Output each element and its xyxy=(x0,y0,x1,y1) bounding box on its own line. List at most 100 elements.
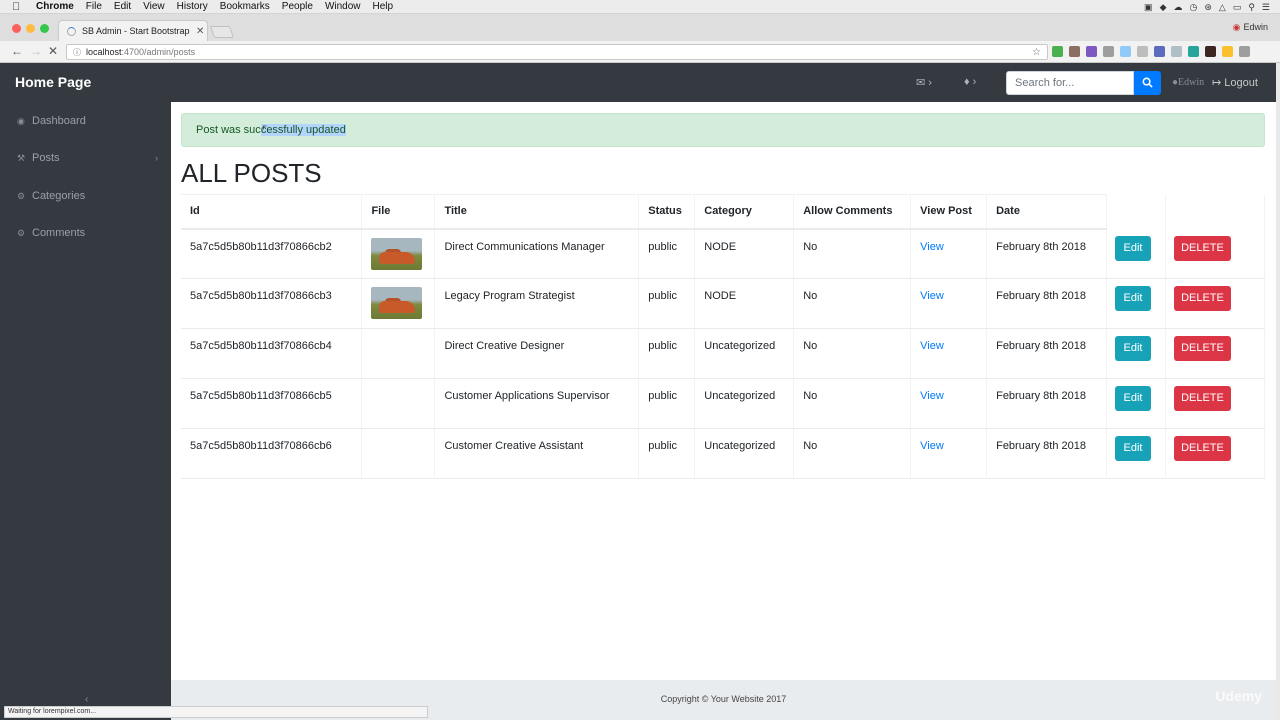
extension-icon[interactable] xyxy=(1154,46,1165,57)
column-header-empty xyxy=(1165,194,1266,229)
post-file-cell xyxy=(361,428,436,479)
search-input[interactable] xyxy=(1006,71,1134,95)
alerts-bell-icon[interactable]: ♦ › xyxy=(964,76,976,88)
delete-button[interactable]: DELETE xyxy=(1173,235,1231,261)
apple-icon[interactable]:  xyxy=(12,1,26,13)
messages-envelope-icon[interactable]: ✉ › xyxy=(916,76,932,89)
extension-icon[interactable] xyxy=(1069,46,1080,57)
address-bar[interactable]: ⓘ localhost:4700/admin/posts ☆ xyxy=(66,44,1048,60)
edit-cell: Edit xyxy=(1106,228,1166,279)
sidebar-item-label: Categories xyxy=(32,190,86,202)
info-icon[interactable]: ⓘ xyxy=(73,47,81,58)
search-icon[interactable]: ⚲ xyxy=(1248,2,1255,13)
edit-button[interactable]: Edit xyxy=(1114,436,1151,461)
post-thumbnail-image xyxy=(371,237,423,270)
extension-icon[interactable] xyxy=(1052,46,1063,57)
extension-icon[interactable] xyxy=(1171,46,1182,57)
post-title-cell: Direct Creative Designer xyxy=(434,328,640,379)
delete-button[interactable]: DELETE xyxy=(1173,436,1231,461)
stop-loading-icon[interactable]: ✕ xyxy=(48,44,58,58)
view-post-link[interactable]: View xyxy=(920,440,944,452)
screen-record-icon[interactable]: ▣ xyxy=(1144,2,1153,13)
post-date-cell: February 8th 2018 xyxy=(986,278,1107,329)
post-id-cell: 5a7c5d5b80b11d3f70866cb5 xyxy=(181,378,363,429)
url-path: :4700/admin/posts xyxy=(121,47,196,57)
wifi-icon[interactable]: △ xyxy=(1219,2,1226,13)
profile-badge[interactable]: ◉ Edwin xyxy=(1233,22,1268,33)
edit-button[interactable]: Edit xyxy=(1114,286,1151,311)
sidebar-toggle-icon[interactable]: ‹ xyxy=(85,694,88,705)
menu-people[interactable]: People xyxy=(282,1,313,12)
post-id-cell: 5a7c5d5b80b11d3f70866cb6 xyxy=(181,428,363,479)
view-post-link[interactable]: View xyxy=(920,390,944,402)
logout-icon: ↦ xyxy=(1212,77,1222,89)
column-header: Category xyxy=(694,194,795,230)
view-post-link[interactable]: View xyxy=(920,241,944,253)
edit-button[interactable]: Edit xyxy=(1114,336,1151,361)
bookmark-star-icon[interactable]: ☆ xyxy=(1032,47,1041,58)
extension-icon[interactable] xyxy=(1103,46,1114,57)
edit-button[interactable]: Edit xyxy=(1114,386,1151,411)
minimize-window-button[interactable] xyxy=(26,24,35,33)
extension-icon[interactable] xyxy=(1188,46,1199,57)
column-header: Allow Comments xyxy=(793,194,912,230)
success-alert: Post was successfully updated xyxy=(181,113,1265,147)
sidebar-item-dashboard[interactable]: ◉ Dashboard xyxy=(17,115,86,127)
menu-file[interactable]: File xyxy=(86,1,102,12)
logout-link[interactable]: ↦ Logout xyxy=(1212,76,1258,89)
edit-button[interactable]: Edit xyxy=(1114,235,1151,261)
menu-list-icon[interactable]: ☰ xyxy=(1262,2,1270,13)
extension-icon[interactable] xyxy=(1086,46,1097,57)
post-id-cell: 5a7c5d5b80b11d3f70866cb4 xyxy=(181,328,363,379)
menu-edit[interactable]: Edit xyxy=(114,1,131,12)
menu-bookmarks[interactable]: Bookmarks xyxy=(220,1,270,12)
chevron-right-icon[interactable]: › xyxy=(155,153,158,163)
battery-icon[interactable]: ▭ xyxy=(1233,2,1242,13)
maximize-window-button[interactable] xyxy=(40,24,49,33)
search-button[interactable] xyxy=(1134,71,1161,95)
view-post-link[interactable]: View xyxy=(920,290,944,302)
back-arrow-icon[interactable]: ← xyxy=(11,44,23,58)
post-status-cell: public xyxy=(638,378,696,429)
clock-icon[interactable]: ◷ xyxy=(1189,2,1197,13)
user-link[interactable]: ●Edwin xyxy=(1172,77,1204,88)
menu-window[interactable]: Window xyxy=(325,1,361,12)
delete-cell: DELETE xyxy=(1165,428,1266,479)
column-header: Id xyxy=(181,194,363,230)
dashboard-icon: ◉ xyxy=(17,115,25,126)
forward-arrow-icon[interactable]: → xyxy=(30,44,42,58)
menu-view[interactable]: View xyxy=(143,1,165,12)
post-date-cell: February 8th 2018 xyxy=(986,228,1107,279)
dropbox-icon[interactable]: ◆ xyxy=(1160,2,1167,13)
tab-title: SB Admin - Start Bootstrap Te xyxy=(82,26,192,36)
menu-app-chrome[interactable]: Chrome xyxy=(36,1,74,12)
cloud-icon[interactable]: ☁ xyxy=(1173,2,1182,13)
delete-button[interactable]: DELETE xyxy=(1173,286,1231,311)
menu-help[interactable]: Help xyxy=(373,1,394,12)
close-window-button[interactable] xyxy=(12,24,21,33)
view-post-link[interactable]: View xyxy=(920,340,944,352)
sidebar-item-comments[interactable]: ⚙ Comments xyxy=(17,227,85,239)
delete-button[interactable]: DELETE xyxy=(1173,386,1231,411)
tab-close-icon[interactable]: ✕ xyxy=(196,26,204,37)
extension-icon[interactable] xyxy=(1137,46,1148,57)
post-status-cell: public xyxy=(638,428,696,479)
browser-tab-active[interactable]: SB Admin - Start Bootstrap Te ✕ xyxy=(58,20,208,41)
extension-icon[interactable] xyxy=(1222,46,1233,57)
scrollbar[interactable] xyxy=(1276,63,1280,720)
brand-link[interactable]: Home Page xyxy=(15,74,91,90)
sidebar-item-posts[interactable]: ⚒ Posts xyxy=(17,152,60,164)
extension-icon[interactable] xyxy=(1120,46,1131,57)
wrench-icon: ⚒ xyxy=(17,152,26,163)
bluetooth-icon[interactable]: ⊛ xyxy=(1204,2,1212,13)
menu-history[interactable]: History xyxy=(177,1,208,12)
sidebar-item-categories[interactable]: ⚙ Categories xyxy=(17,190,85,202)
post-file-cell xyxy=(361,228,436,279)
alert-text: Post was suc xyxy=(196,124,261,136)
delete-button[interactable]: DELETE xyxy=(1173,336,1231,361)
extension-icon[interactable] xyxy=(1205,46,1216,57)
column-header: Date xyxy=(986,194,1107,230)
browser-status-bar: Waiting for lorempixel.com... xyxy=(4,706,428,718)
new-tab-button[interactable] xyxy=(209,26,235,38)
chrome-menu-icon[interactable] xyxy=(1239,46,1250,57)
